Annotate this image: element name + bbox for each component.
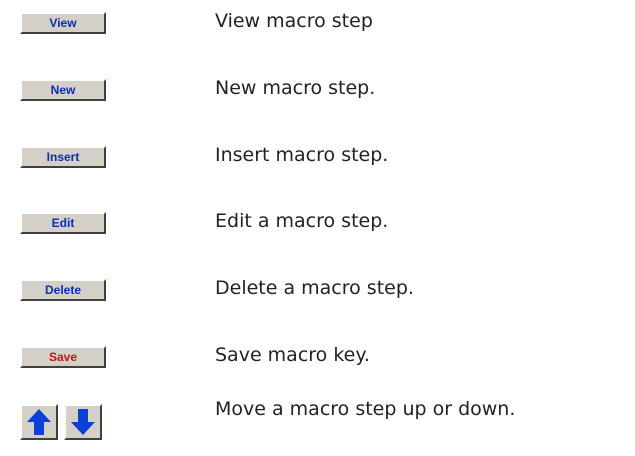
legend-row-insert: Insert Insert macro step. [0,134,635,180]
arrow-down-icon [71,409,95,435]
delete-description: Delete a macro step. [215,277,414,299]
legend-row-move: Move a macro step up or down. [0,390,635,456]
arrow-up-icon [27,409,51,435]
view-button[interactable]: View [20,12,106,34]
move-description: Move a macro step up or down. [215,398,516,420]
view-description: View macro step [215,10,373,32]
insert-description: Insert macro step. [215,144,389,166]
new-button[interactable]: New [20,79,106,101]
legend-row-view: View View macro step [0,0,635,46]
insert-button[interactable]: Insert [20,146,106,168]
edit-description: Edit a macro step. [215,210,389,232]
move-up-button[interactable] [20,404,58,440]
new-description: New macro step. [215,77,376,99]
legend-row-save: Save Save macro key. [0,334,635,380]
legend-row-edit: Edit Edit a macro step. [0,200,635,246]
save-description: Save macro key. [215,344,370,366]
delete-button[interactable]: Delete [20,279,106,301]
move-down-button[interactable] [64,404,102,440]
legend-row-new: New New macro step. [0,67,635,113]
save-button[interactable]: Save [20,346,106,368]
edit-button[interactable]: Edit [20,212,106,234]
legend-row-delete: Delete Delete a macro step. [0,267,635,313]
